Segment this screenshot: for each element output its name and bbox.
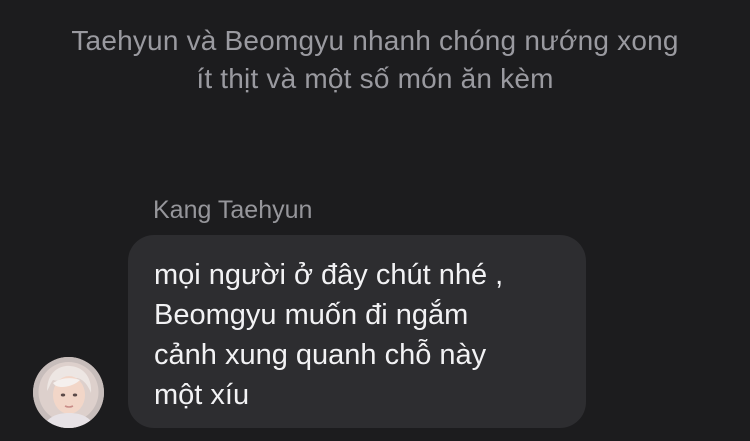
message-line: một xíu [154, 379, 250, 411]
avatar-portrait-icon [33, 357, 104, 428]
narration-text: Taehyun và Beomgyu nhanh chóng nướng xon… [71, 25, 679, 94]
message-line: cảnh xung quanh chỗ này [154, 339, 487, 371]
message-bubble[interactable]: mọi người ở đây chút nhé , Beomgyu muốn … [128, 235, 586, 428]
message-line: mọi người ở đây chút nhé , [154, 259, 504, 291]
sender-name: Kang Taehyun [153, 196, 313, 224]
sender-avatar[interactable] [33, 357, 104, 428]
message-line: Beomgyu muốn đi ngắm [154, 299, 469, 331]
